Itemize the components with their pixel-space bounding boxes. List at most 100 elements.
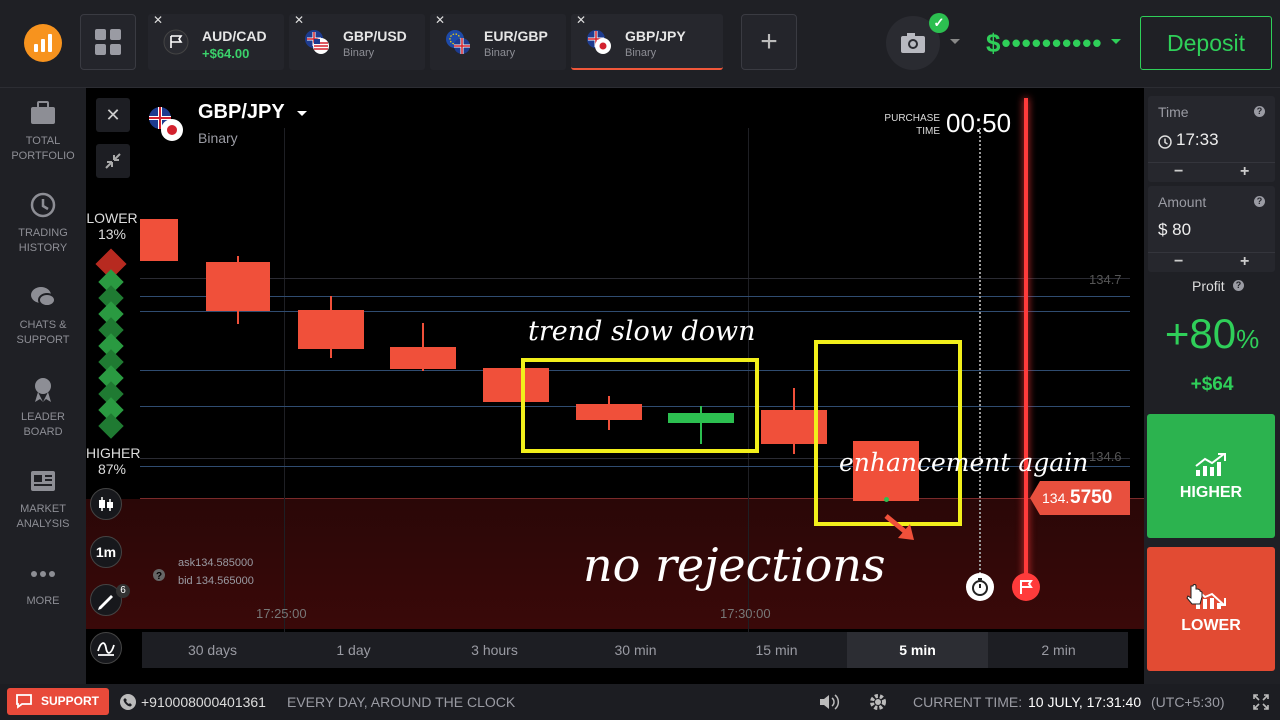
tab-aud-cad[interactable]: ✕ AUD/CAD +$64.00 xyxy=(148,13,284,70)
left-sidebar: TOTAL PORTFOLIO TRADING HISTORY CHATS & … xyxy=(0,88,86,684)
period-15-min[interactable]: 15 min xyxy=(706,632,847,668)
sentiment-bar xyxy=(98,269,124,439)
tab-type: Binary xyxy=(484,47,516,59)
more-icon xyxy=(31,571,55,577)
chevron-down-icon[interactable] xyxy=(296,110,308,118)
stopwatch-icon xyxy=(972,578,988,596)
price-level: 134.6 xyxy=(1089,449,1122,464)
tab-label: AUD/CAD xyxy=(202,28,267,44)
level-line xyxy=(140,296,1130,297)
app-logo[interactable] xyxy=(24,24,62,62)
chart-type-button[interactable] xyxy=(90,488,122,520)
period-30-days[interactable]: 30 days xyxy=(142,632,283,668)
support-button[interactable]: SUPPORT xyxy=(7,688,109,715)
close-icon[interactable]: ✕ xyxy=(435,13,445,27)
chevron-down-icon[interactable] xyxy=(949,38,961,46)
gbp-jpy-flag-icon xyxy=(587,30,611,54)
medal-icon xyxy=(35,378,51,402)
tab-gbp-jpy[interactable]: ✕ GBP/JPY Binary xyxy=(571,13,723,70)
help-icon[interactable]: ? xyxy=(152,568,166,582)
collapse-icon xyxy=(105,153,121,169)
sidebar-item-more[interactable]: MORE xyxy=(0,564,86,609)
amount-stepper: − + xyxy=(1148,252,1275,272)
timer-marker xyxy=(966,573,994,601)
period-3-hours[interactable]: 3 hours xyxy=(424,632,565,668)
highlight-box xyxy=(814,340,962,526)
close-icon[interactable]: ✕ xyxy=(153,13,163,27)
lower-button-label: LOWER xyxy=(1181,617,1241,634)
close-chart-button[interactable]: ✕ xyxy=(96,98,130,132)
tool-count-badge: 6 xyxy=(116,584,130,598)
sidebar-item-leaderboard[interactable]: LEADER BOARD xyxy=(0,374,86,440)
fullscreen-icon[interactable] xyxy=(1252,693,1270,711)
sidebar-label: TOTAL xyxy=(25,135,61,147)
amount-field[interactable]: Amount ? $ 80 − + xyxy=(1148,186,1275,272)
profit-amount: +$64 xyxy=(1190,374,1234,395)
tab-eur-gbp[interactable]: ✕ EUR/GBP Binary xyxy=(430,13,566,70)
highlight-box xyxy=(521,358,759,453)
time-label: 17:30:00 xyxy=(720,606,771,621)
time-label: Time xyxy=(1158,104,1189,120)
amount-value[interactable]: $ 80 xyxy=(1158,220,1191,240)
amount-decrease-button[interactable]: − xyxy=(1174,253,1183,271)
tab-gbp-usd[interactable]: ✕ GBP/USD Binary xyxy=(289,13,425,70)
sidebar-label: SUPPORT xyxy=(16,334,70,346)
briefcase-icon xyxy=(31,101,55,124)
apps-grid-button[interactable] xyxy=(80,14,136,70)
flag-icon xyxy=(1020,580,1033,594)
indicators-button[interactable] xyxy=(90,632,122,664)
sidebar-item-chats-support[interactable]: CHATS & SUPPORT xyxy=(0,282,86,348)
current-time-label: CURRENT TIME: xyxy=(913,694,1023,710)
svg-text:?: ? xyxy=(156,571,162,582)
candlestick-icon xyxy=(99,497,113,511)
help-icon[interactable]: ? xyxy=(1254,106,1265,117)
annotation-enhancement: enhancement again xyxy=(839,448,1089,477)
support-label: SUPPORT xyxy=(41,694,100,708)
period-1-day[interactable]: 1 day xyxy=(283,632,424,668)
timeframe-button[interactable]: 1m xyxy=(90,536,122,568)
gear-icon[interactable] xyxy=(868,692,888,712)
collapse-button[interactable] xyxy=(96,144,130,178)
purchase-time-label: PURCHASE TIME xyxy=(884,113,940,137)
period-bar: 30 days 1 day 3 hours 30 min 15 min 5 mi… xyxy=(142,632,1128,668)
annotation-trend: trend slow down xyxy=(528,316,756,347)
sidebar-item-trading-history[interactable]: TRADING HISTORY xyxy=(0,190,86,256)
asset-name[interactable]: GBP/JPY xyxy=(198,101,285,124)
period-5-min[interactable]: 5 min xyxy=(847,632,988,668)
tab-type: Binary xyxy=(343,47,375,59)
close-icon[interactable]: ✕ xyxy=(576,13,586,27)
add-tab-button[interactable]: + xyxy=(741,14,797,70)
period-2-min[interactable]: 2 min xyxy=(988,632,1129,668)
timezone: (UTC+5:30) xyxy=(1151,694,1225,710)
help-icon[interactable]: ? xyxy=(1233,280,1244,291)
gbp-usd-flag-icon xyxy=(305,30,329,54)
sidebar-label: HISTORY xyxy=(18,242,68,254)
support-phone[interactable]: +910008000401361 xyxy=(141,694,266,710)
check-icon: ✓ xyxy=(929,13,949,33)
price-chart[interactable]: 134.7 134.6 GBP/JPY Binary ✕ PURCHASE TIM… xyxy=(86,88,1144,684)
time-increase-button[interactable]: + xyxy=(1240,163,1249,181)
top-bar: ✕ AUD/CAD +$64.00 ✕ GBP/USD Binary ✕ EUR… xyxy=(0,0,1280,88)
eur-gbp-flag-icon xyxy=(446,30,470,54)
chevron-down-icon[interactable] xyxy=(1110,38,1122,46)
sidebar-label: MORE xyxy=(26,595,60,607)
lower-button[interactable]: LOWER xyxy=(1147,547,1275,671)
help-icon[interactable]: ? xyxy=(1254,196,1265,207)
amount-increase-button[interactable]: + xyxy=(1240,253,1249,271)
sidebar-label: MARKET xyxy=(20,503,66,515)
asset-type: Binary xyxy=(198,130,238,146)
sidebar-item-market-analysis[interactable]: MARKET ANALYSIS xyxy=(0,466,86,532)
time-decrease-button[interactable]: − xyxy=(1174,163,1183,181)
price-level: 134.7 xyxy=(1089,272,1122,287)
candle xyxy=(206,256,270,324)
tab-label: GBP/USD xyxy=(343,28,407,44)
time-field[interactable]: Time ? 17:33 − + xyxy=(1148,96,1275,182)
period-30-min[interactable]: 30 min xyxy=(565,632,706,668)
higher-button[interactable]: HIGHER xyxy=(1147,414,1275,538)
close-icon[interactable]: ✕ xyxy=(294,13,304,27)
expiry-marker xyxy=(1012,573,1040,601)
balance-display[interactable]: $•••••••••• xyxy=(986,28,1103,59)
sidebar-item-total-portfolio[interactable]: TOTAL PORTFOLIO xyxy=(0,98,86,164)
deposit-button[interactable]: Deposit xyxy=(1140,16,1272,70)
volume-icon[interactable] xyxy=(818,693,840,711)
